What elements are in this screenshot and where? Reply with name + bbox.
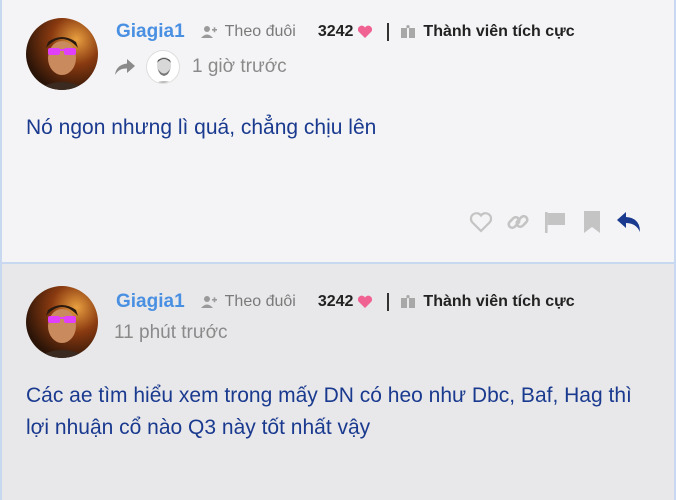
reply-icon — [617, 212, 640, 232]
post-content: Nó ngon nhưng lì quá, chẳng chịu lên — [26, 116, 377, 139]
flag-icon — [545, 212, 565, 233]
post-meta: 1 giờ trước — [114, 50, 287, 84]
reply-button[interactable] — [616, 208, 642, 236]
link-icon — [507, 214, 529, 230]
points-value: 3242 — [317, 293, 354, 310]
rank-label: Thành viên tích cực — [423, 293, 575, 310]
replied-user-avatar[interactable] — [146, 50, 180, 84]
rank-label: Thành viên tích cực — [423, 23, 575, 40]
post-time[interactable]: 11 phút trước — [114, 322, 228, 344]
username[interactable]: Giagia1 — [116, 21, 185, 43]
reply-to-icon[interactable] — [114, 58, 136, 76]
bookmark-button[interactable] — [579, 208, 605, 236]
user-rank: Thành viên tích cực — [401, 23, 575, 41]
follow-label: Theo đuôi — [224, 293, 296, 310]
bookmark-icon — [584, 211, 600, 233]
post-content: Các ae tìm hiểu xem trong mấy DN có heo … — [26, 384, 632, 439]
heart-outline-icon — [469, 212, 493, 233]
heart-icon — [358, 25, 373, 38]
follow-button[interactable]: Theo đuôi — [200, 293, 296, 311]
divider — [387, 23, 390, 41]
post-actions — [457, 208, 642, 236]
add-user-icon — [200, 296, 217, 308]
user-avatar[interactable] — [26, 286, 98, 358]
follow-button[interactable]: Theo đuôi — [200, 23, 296, 41]
post-1: Giagia1 Theo đuôi 3242 Thành viên tích c… — [0, 0, 676, 264]
post-2: Giagia1 Theo đuôi 3242 Thành viên tích c… — [0, 264, 676, 500]
add-user-icon — [200, 26, 217, 38]
follow-label: Theo đuôi — [224, 23, 296, 40]
post-header: Giagia1 Theo đuôi 3242 Thành viên tích c… — [116, 290, 575, 314]
like-button[interactable] — [468, 208, 494, 236]
copy-link-button[interactable] — [505, 208, 531, 236]
user-rank: Thành viên tích cực — [401, 293, 575, 311]
flag-button[interactable] — [542, 208, 568, 236]
user-points: 3242 — [318, 293, 374, 311]
user-avatar[interactable] — [26, 18, 98, 90]
post-header: Giagia1 Theo đuôi 3242 Thành viên tích c… — [116, 20, 575, 44]
post-meta: 11 phút trước — [114, 316, 228, 350]
user-points: 3242 — [318, 23, 374, 41]
book-icon — [401, 25, 416, 38]
heart-icon — [358, 295, 373, 308]
post-time[interactable]: 1 giờ trước — [192, 56, 287, 78]
points-value: 3242 — [317, 23, 354, 40]
username[interactable]: Giagia1 — [116, 291, 185, 313]
book-icon — [401, 295, 416, 308]
divider — [387, 293, 390, 311]
